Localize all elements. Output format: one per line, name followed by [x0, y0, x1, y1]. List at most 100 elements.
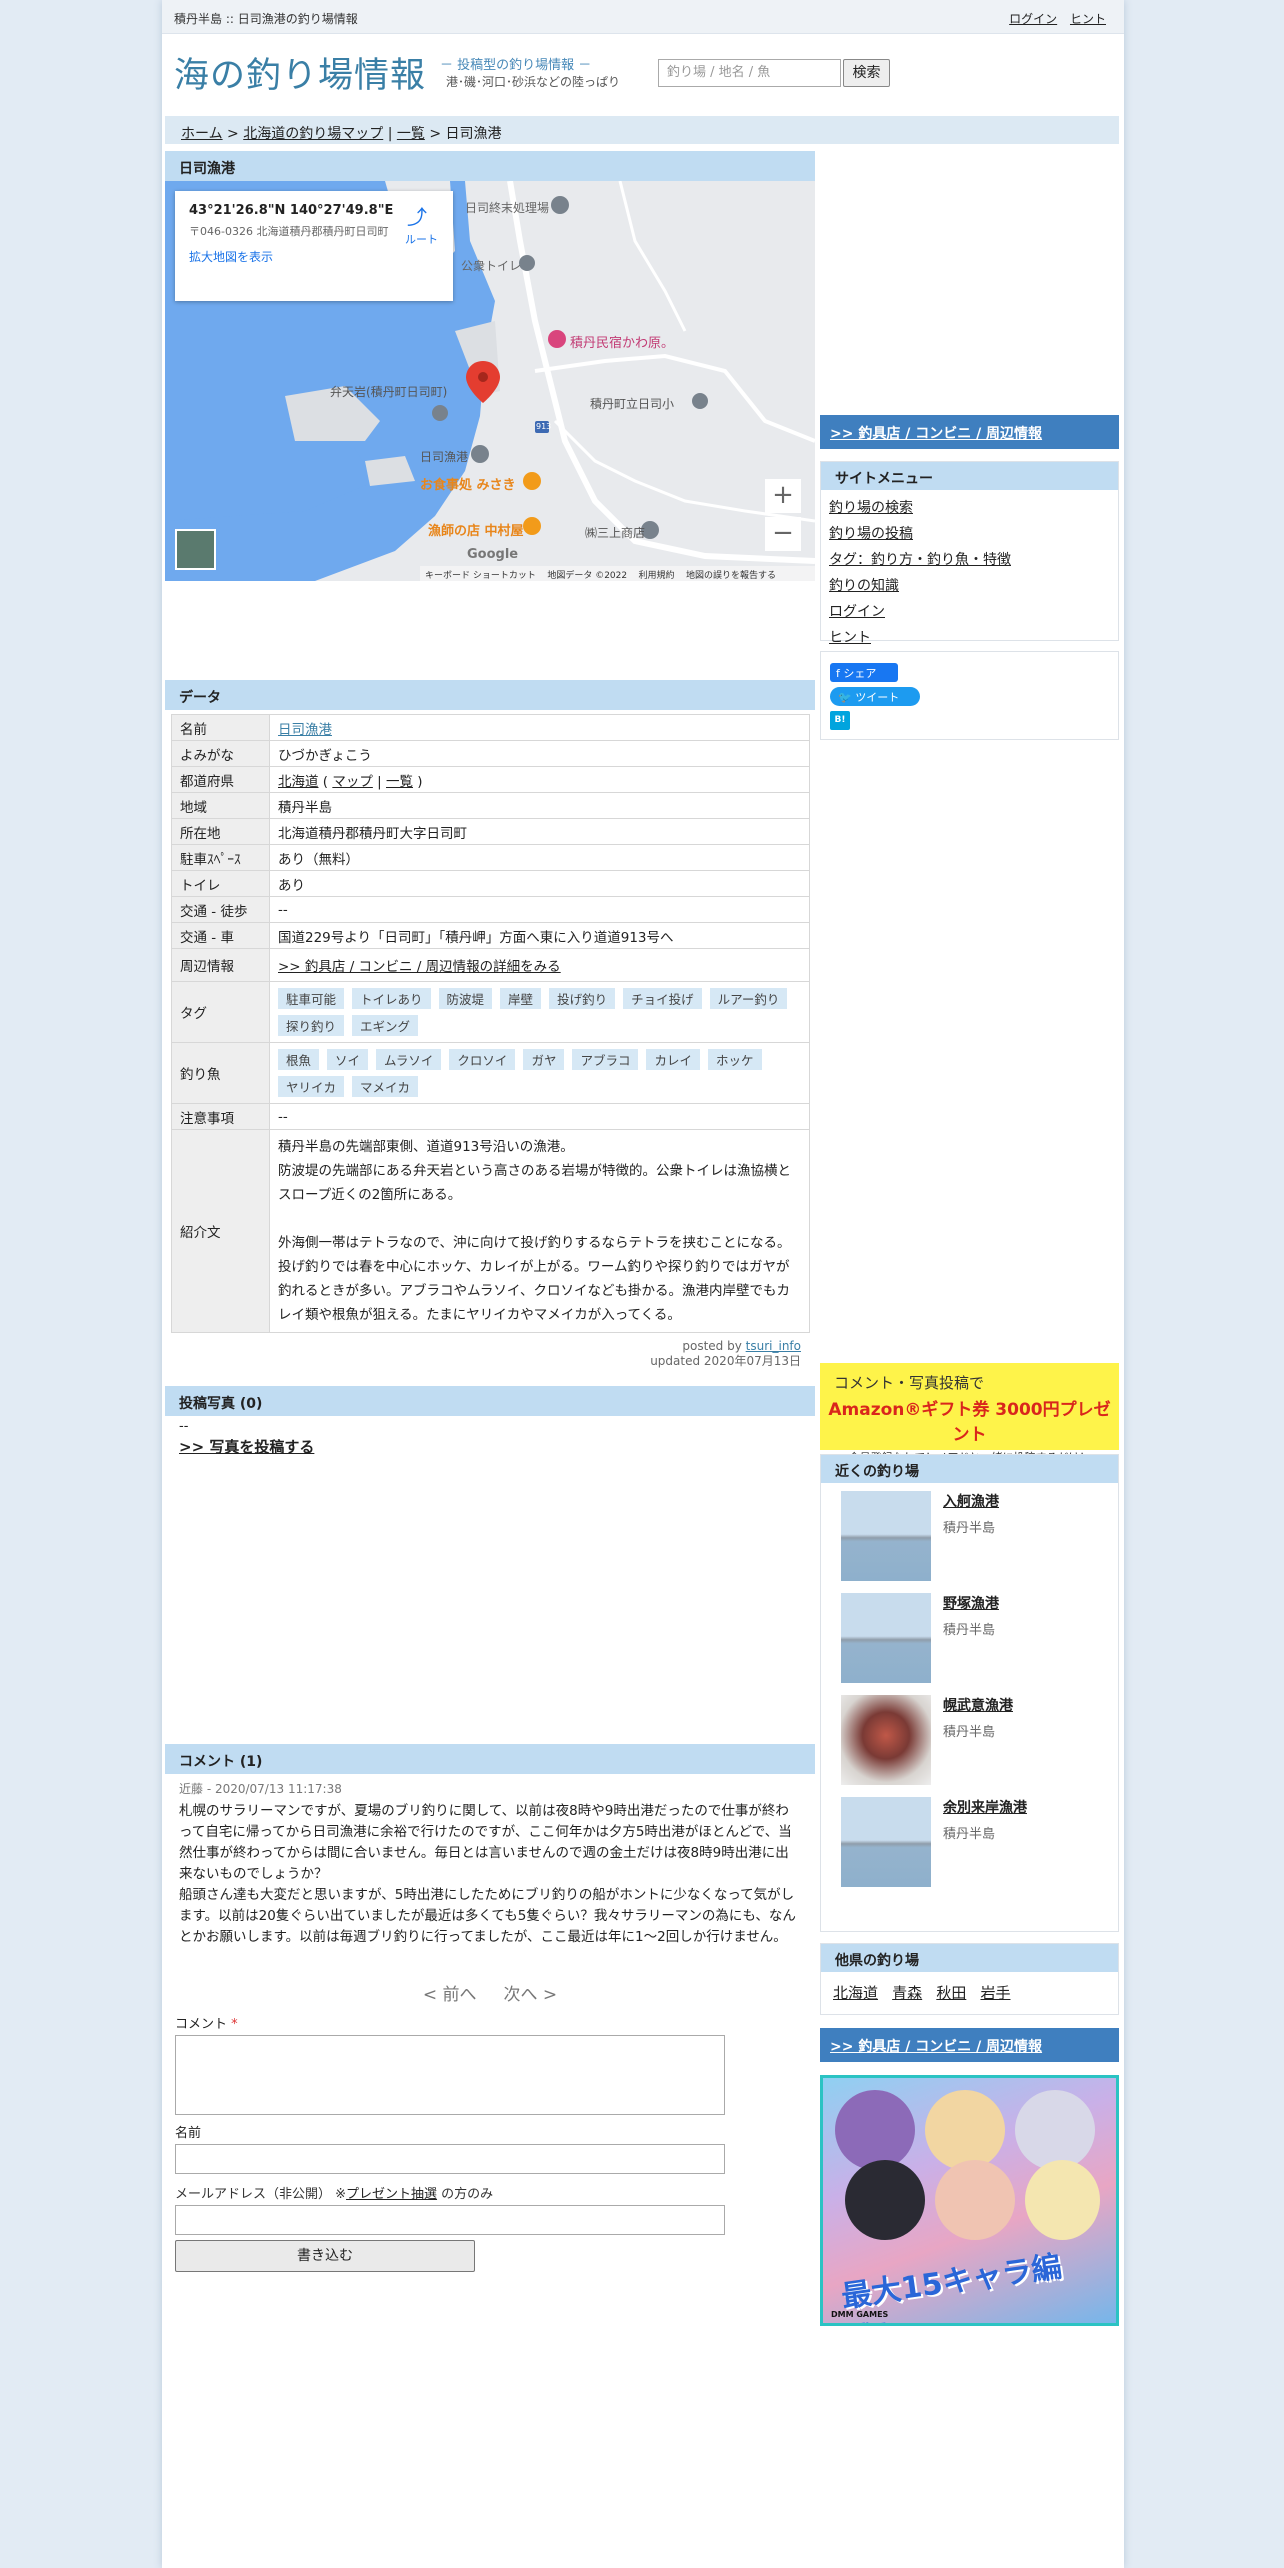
spot-thumbnail[interactable] [841, 1695, 931, 1785]
menu-item-knowledge[interactable]: 釣りの知識 [821, 572, 1118, 598]
intro-para: 防波堤の先端部にある弁天岩という高さのある岩場が特徴的。公衆トイレは漁協横とスロ… [278, 1163, 791, 1203]
feature-tag[interactable]: チョイ投げ [623, 988, 702, 1009]
map-label-rock: 弁天岩(積丹町日司町) [330, 385, 448, 399]
map-footer-report[interactable]: 地図の誤りを報告する [686, 571, 776, 581]
feature-tag[interactable]: 探り釣り [278, 1015, 345, 1036]
fish-tag[interactable]: ヤリイカ [278, 1076, 345, 1097]
route-icon[interactable]: ⤴ [407, 201, 427, 230]
nearby-spot-link[interactable]: 幌武意漁港 [943, 1698, 1013, 1714]
fish-tag[interactable]: マメイカ [352, 1076, 419, 1097]
poster-link[interactable]: tsuri_info [746, 1339, 801, 1353]
pref-link[interactable]: 北海道 [278, 774, 319, 790]
nearby-item[interactable]: 野塚漁港 積丹半島 [821, 1585, 1118, 1687]
spot-data-table: 名前 日司漁港 よみがな ひづかぎょこう 都道府県 北海道 ( マップ | 一覧 ) … [171, 714, 810, 1333]
zoom-in-button[interactable]: + [765, 479, 801, 513]
row-label: 交通 - 車 [171, 922, 270, 949]
submit-comment-button[interactable]: 書き込む [175, 2240, 475, 2272]
around-info-link[interactable]: >> 釣具店 / コンビニ / 周辺情報の詳細をみる [278, 959, 561, 975]
spot-thumbnail[interactable] [841, 1593, 931, 1683]
map-enlarge-link[interactable]: 拡大地図を表示 [189, 248, 439, 265]
post-photo-link[interactable]: >> 写真を投稿する [179, 1436, 815, 1457]
map-footer-shortcuts[interactable]: キーボード ショートカット [425, 571, 536, 581]
spot-thumbnail[interactable] [841, 1491, 931, 1581]
nearby-spot-link[interactable]: 野塚漁港 [943, 1596, 999, 1612]
table-row: 駐車ｽﾍﾟｰｽ あり（無料） [171, 844, 810, 871]
nearby-item[interactable]: 幌武意漁港 積丹半島 [821, 1687, 1118, 1789]
login-link[interactable]: ログイン [1009, 12, 1057, 26]
comment-pager: < 前へ 次へ > [165, 1980, 815, 2005]
nearby-heading: 近くの釣り場 [821, 1455, 1118, 1483]
site-logo[interactable]: 海の釣り場情報 [174, 47, 426, 98]
menu-item-hint[interactable]: ヒント [821, 624, 1118, 650]
row-label: 名前 [171, 714, 270, 741]
pref-link-hokkaido[interactable]: 北海道 [833, 1984, 878, 2002]
feature-tag[interactable]: ルアー釣り [709, 988, 788, 1009]
nearby-spot-link[interactable]: 入舸漁港 [943, 1494, 999, 1510]
prev-page-link[interactable]: < 前へ [423, 1985, 477, 2005]
nearby-spot-area: 積丹半島 [943, 1725, 996, 1740]
menu-item-login[interactable]: ログイン [821, 598, 1118, 624]
breadcrumb-home[interactable]: ホーム [181, 126, 223, 142]
route-link[interactable]: ルート [405, 231, 438, 247]
fish-tag[interactable]: ソイ [327, 1049, 369, 1070]
pref-link-akita[interactable]: 秋田 [936, 1984, 966, 2002]
comment-textarea[interactable] [175, 2035, 725, 2115]
promo-banner[interactable]: コメント・写真投稿で Amazon®ギフト券 3000円プレゼント 会員登録なし… [820, 1363, 1119, 1464]
around-info-bar: >> 釣具店 / コンビニ / 周辺情報 [820, 415, 1119, 449]
map-footer-terms[interactable]: 利用規約 [639, 571, 675, 581]
email-label-text: メールアドレス（非公開） ※ [175, 2187, 347, 2202]
fish-tag[interactable]: カレイ [646, 1049, 700, 1070]
email-label-suffix: の方のみ [437, 2187, 494, 2202]
email-input[interactable] [175, 2205, 725, 2235]
search-input[interactable]: 釣り場 / 地名 / 魚 [658, 59, 841, 87]
fish-tag[interactable]: アブラコ [572, 1049, 639, 1070]
around-info-sidebar-link-2[interactable]: >> 釣具店 / コンビニ / 周辺情報 [830, 2039, 1042, 2055]
feature-tag[interactable]: 投げ釣り [549, 988, 616, 1009]
zoom-out-button[interactable]: − [765, 517, 801, 551]
breadcrumb-list[interactable]: 一覧 [397, 126, 425, 142]
tagline-sub: 港･磯･河口･砂浜などの陸っぱり [446, 75, 621, 89]
next-page-link[interactable]: 次へ > [504, 1985, 558, 2005]
feature-tag[interactable]: 岸壁 [500, 988, 542, 1009]
menu-item-tags[interactable]: タグ：釣り方・釣り魚・特徴 [821, 546, 1118, 572]
facebook-share-button[interactable]: f シェア [830, 663, 898, 682]
tweet-button[interactable]: 🐦 ツイート [830, 687, 920, 706]
comment-body: 船頭さん達も大変だと思いますが、5時出港にしたためにブリ釣りの船がホントに少なく… [179, 1887, 796, 1945]
around-info-sidebar-link[interactable]: >> 釣具店 / コンビニ / 周辺情報 [830, 426, 1042, 442]
nearby-spot-link[interactable]: 余別来岸漁港 [943, 1800, 1027, 1816]
search-button[interactable]: 検索 [843, 59, 890, 87]
nearby-item[interactable]: 入舸漁港 積丹半島 [821, 1483, 1118, 1585]
row-label: 紹介文 [171, 1129, 270, 1333]
feature-tag[interactable]: 防波堤 [438, 988, 493, 1009]
hint-link[interactable]: ヒント [1070, 12, 1106, 26]
nearby-item[interactable]: 余別来岸漁港 積丹半島 [821, 1789, 1118, 1891]
feature-tag[interactable]: 駐車可能 [278, 988, 345, 1009]
hatena-bookmark-button[interactable]: B! [830, 711, 850, 730]
present-link[interactable]: プレゼント抽選 [346, 2187, 437, 2202]
fish-tag[interactable]: ガヤ [523, 1049, 565, 1070]
photos-section: -- >> 写真を投稿する [165, 1419, 815, 1457]
pref-list-link[interactable]: 一覧 [386, 774, 413, 790]
fish-tag[interactable]: ムラソイ [376, 1049, 442, 1070]
google-map[interactable]: 日司終末処理場 公衆トイレ 積丹民宿かわ原。 弁天岩(積丹町日司町) 日司漁港 … [165, 181, 815, 581]
name-input[interactable] [175, 2144, 725, 2174]
fish-tag[interactable]: ホッケ [707, 1049, 762, 1070]
spot-thumbnail[interactable] [841, 1797, 931, 1887]
share-box: f シェア 🐦 ツイート B! [820, 651, 1119, 740]
comment-meta: 近藤 - 2020/07/13 11:17:38 [179, 1782, 342, 1796]
tweet-label: ツイート [855, 691, 900, 704]
menu-item-post[interactable]: 釣り場の投稿 [821, 520, 1118, 546]
fish-tag[interactable]: 根魚 [278, 1049, 320, 1070]
map-label-facility: 日司終末処理場 [465, 201, 550, 215]
feature-tag[interactable]: トイレあり [352, 988, 431, 1009]
game-ad-banner[interactable]: 最大15キャラ編成！ DMM GAMES [820, 2075, 1119, 2326]
spot-name-link[interactable]: 日司漁港 [278, 722, 332, 738]
breadcrumb-map[interactable]: 北海道の釣り場マップ [243, 126, 383, 142]
pref-link-iwate[interactable]: 岩手 [980, 1984, 1010, 2002]
fish-tag[interactable]: クロソイ [449, 1049, 516, 1070]
pref-link-aomori[interactable]: 青森 [892, 1984, 922, 2002]
menu-item-search[interactable]: 釣り場の検索 [821, 494, 1118, 520]
nearby-spot-area: 積丹半島 [943, 1623, 996, 1638]
pref-map-link[interactable]: マップ [332, 774, 373, 790]
feature-tag[interactable]: エギング [352, 1015, 419, 1036]
